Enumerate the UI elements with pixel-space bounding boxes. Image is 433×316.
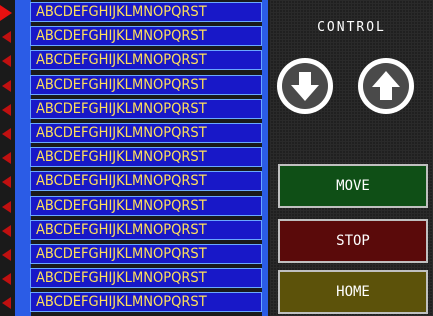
stop-button[interactable]: STOP [278,219,428,263]
list-item-label: ABCDEFGHIJKLMNOPQRST [30,26,262,46]
scroll-down-button[interactable] [277,58,333,114]
list-item[interactable]: ABCDEFGHIJKLMNOPQRST [0,195,268,219]
row-marker-icon [2,55,11,67]
list-item[interactable]: ABCDEFGHIJKLMNOPQRST [0,146,268,170]
item-list-panel: ABCDEFGHIJKLMNOPQRST ABCDEFGHIJKLMNOPQRST… [0,0,268,316]
row-marker-icon [2,273,11,285]
arrow-down-icon [282,63,328,109]
list-item[interactable]: ABCDEFGHIJKLMNOPQRST [0,49,268,73]
list-item[interactable]: ABCDEFGHIJKLMNOPQRST [0,219,268,243]
row-marker-icon [2,80,11,92]
list-item[interactable]: ABCDEFGHIJKLMNOPQRST [0,291,268,315]
list-item-label: ABCDEFGHIJKLMNOPQRST [30,268,262,288]
row-marker-icon [2,152,11,164]
list-item[interactable]: ABCDEFGHIJKLMNOPQRST [0,243,268,267]
list-item-label: ABCDEFGHIJKLMNOPQRST [30,220,262,240]
home-button[interactable]: HOME [278,270,428,314]
row-marker-icon [2,225,11,237]
list-item-label: ABCDEFGHIJKLMNOPQRST [30,147,262,167]
list-item-label: ABCDEFGHIJKLMNOPQRST [30,50,262,70]
list-item[interactable]: ABCDEFGHIJKLMNOPQRST [0,170,268,194]
list-item-label: ABCDEFGHIJKLMNOPQRST [30,196,262,216]
list-item-label: ABCDEFGHIJKLMNOPQRST [30,123,262,143]
control-title: CONTROL [317,20,386,35]
row-marker-icon [2,249,11,261]
row-marker-icon [2,31,11,43]
list-item-label: ABCDEFGHIJKLMNOPQRST [30,2,262,22]
list-item[interactable]: ABCDEFGHIJKLMNOPQRST [0,74,268,98]
list-item-label: ABCDEFGHIJKLMNOPQRST [30,99,262,119]
list-item-label: ABCDEFGHIJKLMNOPQRST [30,244,262,264]
move-button[interactable]: MOVE [278,164,428,208]
row-marker-icon [2,128,11,140]
row-marker-icon [2,176,11,188]
selected-marker-icon [0,5,12,21]
list-item[interactable]: ABCDEFGHIJKLMNOPQRST [0,122,268,146]
row-marker-icon [2,297,11,309]
row-marker-icon [2,104,11,116]
control-panel: CONTROL MOVE STOP HOME [270,0,433,316]
list-item[interactable]: ABCDEFGHIJKLMNOPQRST [0,98,268,122]
list-item[interactable]: ABCDEFGHIJKLMNOPQRST [0,267,268,291]
list-item[interactable]: ABCDEFGHIJKLMNOPQRST [0,1,268,25]
arrow-up-icon [363,63,409,109]
list-item-label: ABCDEFGHIJKLMNOPQRST [30,75,262,95]
scroll-up-button[interactable] [358,58,414,114]
row-marker-icon [2,201,11,213]
list-item-label: ABCDEFGHIJKLMNOPQRST [30,171,262,191]
list-item[interactable]: ABCDEFGHIJKLMNOPQRST [0,25,268,49]
list-item-label: ABCDEFGHIJKLMNOPQRST [30,292,262,312]
